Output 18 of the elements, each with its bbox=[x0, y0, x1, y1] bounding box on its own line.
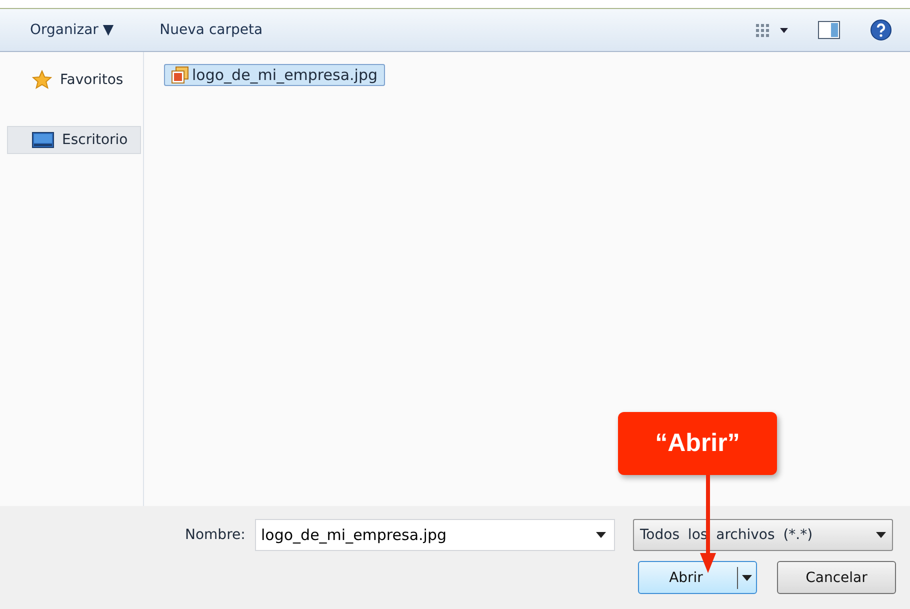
file-item[interactable]: logo_de_mi_empresa.jpg bbox=[164, 64, 384, 86]
file-type-dropdown[interactable]: Todos los archivos (*.*) bbox=[633, 519, 893, 551]
image-file-icon bbox=[171, 66, 189, 84]
dropdown-arrow-icon bbox=[596, 532, 606, 538]
star-icon bbox=[32, 70, 52, 90]
file-name-field[interactable]: logo_de_mi_empresa.jpg bbox=[255, 519, 615, 551]
dropdown-arrow-icon bbox=[742, 574, 752, 580]
name-label: Nombre: bbox=[185, 527, 246, 543]
cancel-button[interactable]: Cancelar bbox=[777, 561, 896, 594]
nav-item[interactable]: Escritorio bbox=[7, 126, 141, 154]
new-folder-button[interactable]: Nueva carpeta bbox=[150, 16, 273, 44]
organize-menu[interactable]: Organizar ▼ bbox=[20, 16, 124, 44]
open-button[interactable]: Abrir bbox=[638, 561, 757, 594]
desktop-icon bbox=[32, 132, 54, 148]
nav-item[interactable]: Favoritos bbox=[7, 66, 141, 94]
dropdown-arrow-icon bbox=[876, 532, 886, 538]
callout-label: “Abrir” bbox=[618, 412, 777, 475]
file-name-input[interactable]: logo_de_mi_empresa.jpg bbox=[256, 525, 596, 545]
